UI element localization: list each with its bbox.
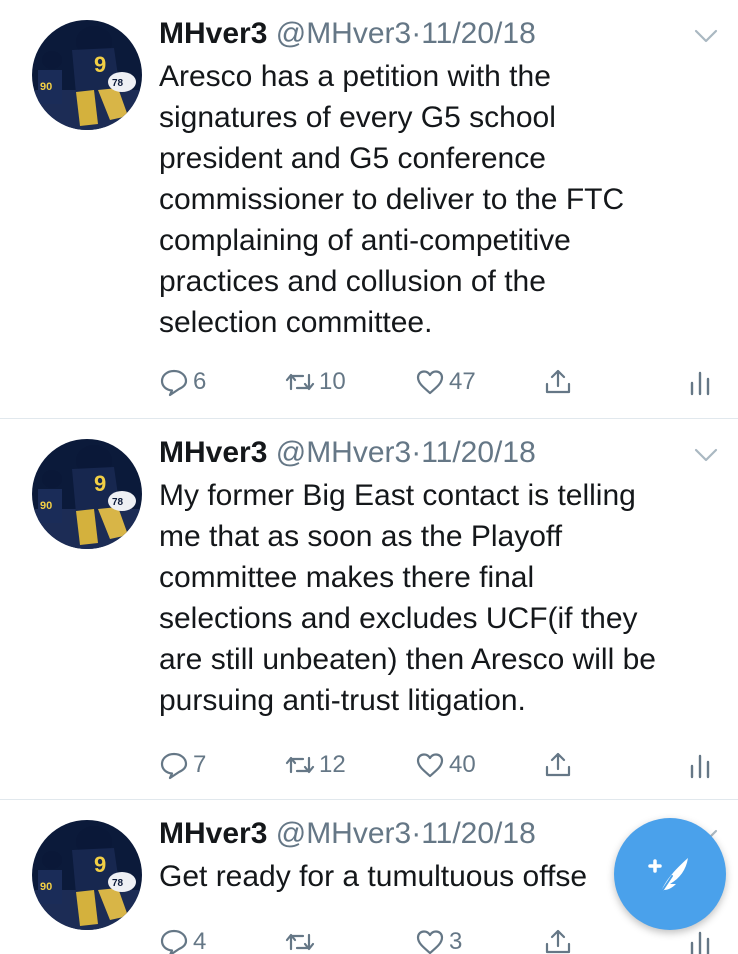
retweet-icon bbox=[285, 933, 315, 951]
share-button[interactable] bbox=[543, 747, 573, 783]
reply-count: 4 bbox=[193, 928, 207, 954]
tweet-actions: 4 3 bbox=[159, 924, 719, 954]
svg-text:78: 78 bbox=[112, 78, 124, 89]
avatar[interactable]: 9 78 90 bbox=[32, 820, 142, 930]
reply-icon bbox=[160, 752, 188, 780]
reply-button[interactable]: 4 bbox=[159, 924, 206, 954]
share-icon bbox=[545, 929, 571, 954]
tweet-date[interactable]: 11/20/18 bbox=[421, 817, 536, 850]
tweet-date[interactable]: 11/20/18 bbox=[421, 436, 536, 469]
tweet[interactable]: 9 78 90 MHver3 @MHver3·11/20/18 My forme… bbox=[0, 419, 738, 800]
analytics-icon bbox=[690, 931, 710, 954]
reply-count: 7 bbox=[193, 751, 207, 778]
separator-dot: · bbox=[411, 817, 422, 850]
chevron-down-icon[interactable] bbox=[694, 28, 718, 44]
retweet-button[interactable] bbox=[285, 924, 319, 954]
reply-icon bbox=[160, 369, 188, 397]
avatar-image: 9 78 90 bbox=[32, 820, 142, 930]
tweet-actions: 7 12 40 bbox=[159, 747, 719, 783]
svg-text:78: 78 bbox=[112, 878, 124, 889]
like-button[interactable]: 3 bbox=[415, 924, 462, 954]
display-name[interactable]: MHver3 bbox=[159, 817, 267, 850]
analytics-button[interactable] bbox=[685, 364, 715, 400]
analytics-button[interactable] bbox=[685, 747, 715, 783]
analytics-button[interactable] bbox=[685, 924, 715, 954]
svg-text:9: 9 bbox=[94, 52, 106, 77]
analytics-icon bbox=[690, 754, 710, 779]
svg-text:90: 90 bbox=[40, 500, 52, 512]
chevron-down-icon[interactable] bbox=[694, 447, 718, 463]
retweet-count: 10 bbox=[319, 368, 346, 395]
share-icon bbox=[545, 369, 571, 394]
avatar-image: 9 78 90 bbox=[32, 20, 142, 130]
user-handle[interactable]: @MHver3 bbox=[276, 17, 411, 50]
avatar[interactable]: 9 78 90 bbox=[32, 20, 142, 130]
retweet-button[interactable]: 10 bbox=[285, 364, 346, 400]
separator-dot: · bbox=[411, 436, 422, 469]
tweet-header: MHver3 @MHver3·11/20/18 bbox=[159, 14, 536, 54]
heart-icon bbox=[416, 370, 444, 395]
svg-text:90: 90 bbox=[40, 881, 52, 893]
share-button[interactable] bbox=[543, 364, 573, 400]
avatar[interactable]: 9 78 90 bbox=[32, 439, 142, 549]
like-count: 3 bbox=[449, 928, 463, 954]
timeline: 9 78 90 MHver3 @MHver3·11/20/18 Aresco h… bbox=[0, 0, 738, 954]
like-button[interactable]: 40 bbox=[415, 747, 476, 783]
like-button[interactable]: 47 bbox=[415, 364, 476, 400]
tweet-header: MHver3 @MHver3·11/20/18 bbox=[159, 814, 536, 854]
svg-text:9: 9 bbox=[94, 852, 106, 877]
tweet-date[interactable]: 11/20/18 bbox=[421, 17, 536, 50]
heart-icon bbox=[416, 930, 444, 954]
svg-text:78: 78 bbox=[112, 497, 124, 508]
share-button[interactable] bbox=[543, 924, 573, 954]
retweet-button[interactable]: 12 bbox=[285, 747, 346, 783]
reply-button[interactable]: 6 bbox=[159, 364, 206, 400]
tweet-actions: 6 10 47 bbox=[159, 364, 719, 400]
like-count: 40 bbox=[449, 751, 476, 778]
compose-tweet-icon bbox=[648, 858, 688, 895]
tweet-text: Aresco has a petition with the signature… bbox=[159, 60, 625, 339]
avatar-image: 9 78 90 bbox=[32, 439, 142, 549]
display-name[interactable]: MHver3 bbox=[159, 436, 267, 469]
like-count: 47 bbox=[449, 368, 476, 395]
reply-button[interactable]: 7 bbox=[159, 747, 206, 783]
display-name[interactable]: MHver3 bbox=[159, 17, 267, 50]
analytics-icon bbox=[690, 371, 710, 396]
share-icon bbox=[545, 752, 571, 777]
heart-icon bbox=[416, 753, 444, 778]
retweet-icon bbox=[285, 756, 315, 774]
separator-dot: · bbox=[411, 17, 422, 50]
tweet-text: My former Big East contact is telling me… bbox=[159, 479, 656, 717]
svg-text:90: 90 bbox=[40, 81, 52, 93]
user-handle[interactable]: @MHver3 bbox=[276, 817, 411, 850]
user-handle[interactable]: @MHver3 bbox=[276, 436, 411, 469]
reply-count: 6 bbox=[193, 368, 207, 395]
tweet[interactable]: 9 78 90 MHver3 @MHver3·11/20/18 Aresco h… bbox=[0, 0, 738, 419]
compose-tweet-button[interactable] bbox=[614, 818, 726, 930]
tweet-header: MHver3 @MHver3·11/20/18 bbox=[159, 433, 536, 473]
reply-icon bbox=[160, 929, 188, 954]
svg-text:9: 9 bbox=[94, 471, 106, 496]
retweet-icon bbox=[285, 373, 315, 391]
retweet-count: 12 bbox=[319, 751, 346, 778]
